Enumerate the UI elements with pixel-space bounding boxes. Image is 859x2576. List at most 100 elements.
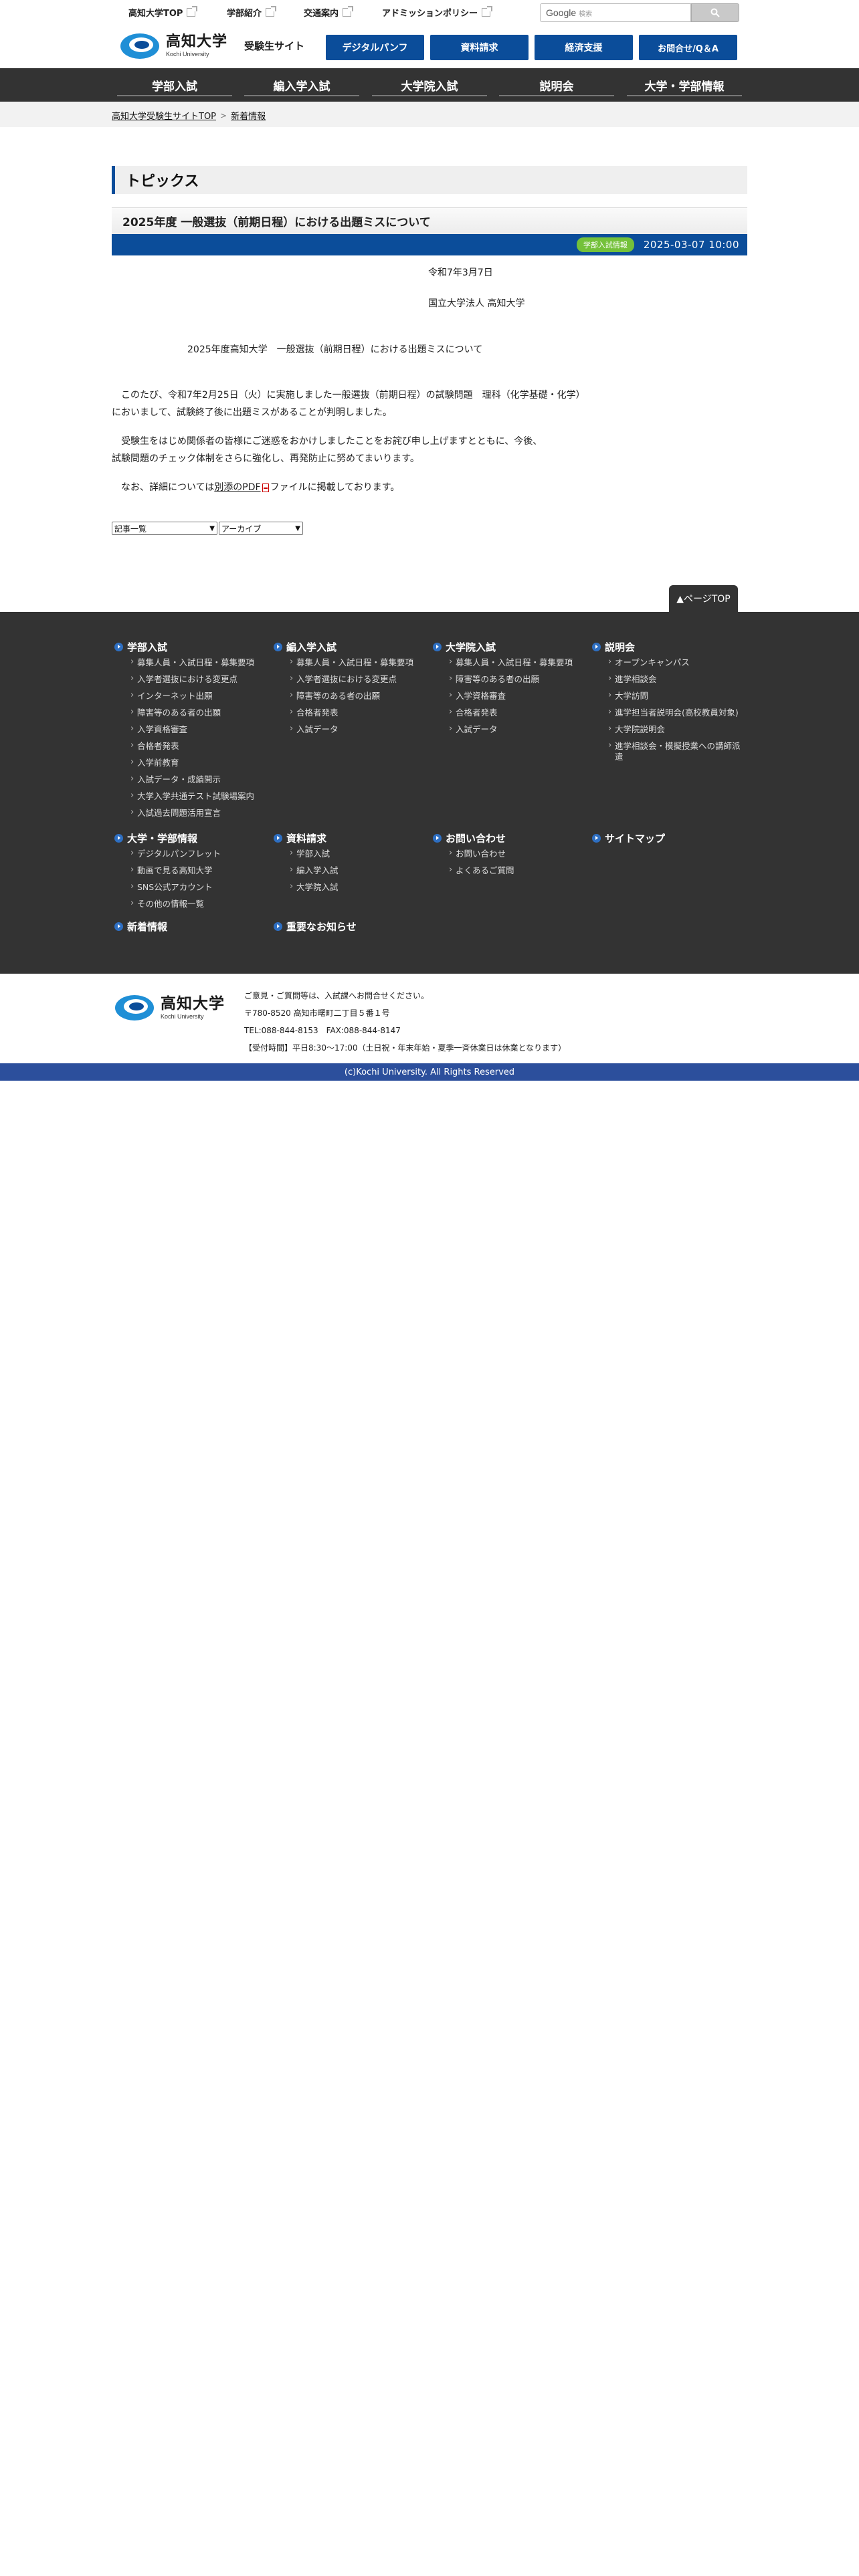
footer-link[interactable]: 入試データ xyxy=(449,724,573,735)
footer-link[interactable]: お問い合わせ xyxy=(449,848,514,859)
footer-link[interactable]: 入学資格審査 xyxy=(130,724,254,735)
gnav-university-info[interactable]: 大学・学部情報 xyxy=(627,68,742,102)
footer-head-info-sessions[interactable]: 説明会 xyxy=(592,640,635,654)
footer-link[interactable]: 募集人員・入試日程・募集要項 xyxy=(290,657,413,668)
footer-head-label: 学部入試 xyxy=(127,641,168,653)
breadcrumb-home-link[interactable]: 高知大学受験生サイトTOP xyxy=(112,109,216,122)
arrow-circle-icon xyxy=(433,643,442,651)
article-list-select[interactable]: 記事一覧 ▼ xyxy=(112,522,217,535)
footer-head-label: サイトマップ xyxy=(605,833,666,845)
footer-nav: 学部入試 募集人員・入試日程・募集要項 入学者選抜における変更点 インターネット… xyxy=(0,612,859,974)
util-link-access[interactable]: 交通案内 xyxy=(304,6,354,19)
footer-head-transfer[interactable]: 編入学入試 xyxy=(274,640,337,654)
search-icon xyxy=(710,8,720,17)
article-meta-bar: 学部入試情報 2025-03-07 10:00 xyxy=(112,234,747,255)
arrow-circle-icon xyxy=(274,834,282,843)
digital-pamphlet-button[interactable]: デジタルパンフ xyxy=(326,35,424,60)
logo-name-jp: 高知大学 xyxy=(166,33,228,50)
footer-head-request-materials[interactable]: 資料請求 xyxy=(274,831,326,845)
footer-list-graduate: 募集人員・入試日程・募集要項 障害等のある者の出願 入学資格審査 合格者発表 入… xyxy=(449,657,573,741)
footer-link[interactable]: デジタルパンフレット xyxy=(130,848,221,859)
footer-head-important-notices[interactable]: 重要なお知らせ xyxy=(274,920,357,934)
gnav-info-sessions[interactable]: 説明会 xyxy=(499,68,614,102)
footer-link[interactable]: 学部入試 xyxy=(290,848,339,859)
footer-link[interactable]: 入試データ・成績開示 xyxy=(130,774,254,785)
page-top-button[interactable]: ▲ページTOP xyxy=(669,585,738,612)
paragraph-line: 試験問題のチェック体制をさらに強化し、再発防止に努めてまいります。 xyxy=(112,453,419,464)
request-materials-button[interactable]: 資料請求 xyxy=(430,35,529,60)
footer-head-contact[interactable]: お問い合わせ xyxy=(433,831,506,845)
search-button[interactable] xyxy=(691,3,739,22)
footer-head-label: 説明会 xyxy=(605,641,636,653)
footer-link[interactable]: 入試データ xyxy=(290,724,413,735)
footer-link[interactable]: その他の情報一覧 xyxy=(130,898,221,909)
paragraph-1: このたび、令和7年2月25日（火）に実施しました一般選抜（前期日程）の試験問題 … xyxy=(112,387,747,421)
footer-link[interactable]: オープンキャンパス xyxy=(608,657,742,668)
footer-link[interactable]: 動画で見る高知大学 xyxy=(130,865,221,876)
footer-link[interactable]: 大学院説明会 xyxy=(608,724,742,735)
footer-list-undergrad: 募集人員・入試日程・募集要項 入学者選抜における変更点 インターネット出願 障害… xyxy=(130,657,254,825)
footer-link[interactable]: 進学相談会 xyxy=(608,673,742,685)
logo-name-en: Kochi University xyxy=(161,1012,204,1020)
archive-select[interactable]: アーカイブ ▼ xyxy=(219,522,303,535)
util-link-faculties[interactable]: 学部紹介 xyxy=(227,6,277,19)
footer-link[interactable]: 入学者選抜における変更点 xyxy=(290,673,413,685)
gnav-graduate-exam[interactable]: 大学院入試 xyxy=(372,68,487,102)
footer-link[interactable]: 合格者発表 xyxy=(130,740,254,752)
footer-link[interactable]: 進学相談会・模擬授業への講師派遣 xyxy=(608,740,742,762)
footer-link[interactable]: 編入学入試 xyxy=(290,865,339,876)
footer-head-graduate[interactable]: 大学院入試 xyxy=(433,640,496,654)
breadcrumb: 高知大学受験生サイトTOP > 新着情報 xyxy=(0,102,859,127)
breadcrumb-current-link[interactable]: 新着情報 xyxy=(231,109,266,122)
arrow-circle-icon xyxy=(592,643,601,651)
footer-head-label: お問い合わせ xyxy=(446,833,506,845)
paragraph-line: においまして、試験終了後に出題ミスがあることが判明しました。 xyxy=(112,407,392,418)
footer-link[interactable]: 進学担当者説明会(高校教員対象) xyxy=(608,707,742,718)
copyright-bar: (c)Kochi University. All Rights Reserved xyxy=(0,1063,859,1081)
article-title: 2025年度 一般選抜（前期日程）における出題ミスについて xyxy=(112,207,747,234)
footer-link[interactable]: 大学院入試 xyxy=(290,881,339,893)
footer-head-label: 重要なお知らせ xyxy=(286,921,357,933)
footer-link[interactable]: SNS公式アカウント xyxy=(130,881,221,893)
footer-link[interactable]: 合格者発表 xyxy=(449,707,573,718)
footer-link[interactable]: 大学訪問 xyxy=(608,690,742,702)
chevron-down-icon: ▼ xyxy=(295,524,300,532)
footer-head-university-info[interactable]: 大学・学部情報 xyxy=(114,831,197,845)
archive-selectors: 記事一覧 ▼ アーカイブ ▼ xyxy=(112,522,303,535)
footer-link[interactable]: よくあるご質問 xyxy=(449,865,514,876)
external-link-icon xyxy=(266,6,277,17)
footer-link[interactable]: 合格者発表 xyxy=(290,707,413,718)
footer-link[interactable]: 入試過去問題活用宣言 xyxy=(130,807,254,819)
category-badge: 学部入試情報 xyxy=(576,237,634,252)
util-link-admission-policy[interactable]: アドミッションポリシー xyxy=(382,6,493,19)
financial-support-button[interactable]: 経済支援 xyxy=(535,35,633,60)
chevron-down-icon: ▼ xyxy=(209,524,215,532)
footer-link[interactable]: 募集人員・入試日程・募集要項 xyxy=(130,657,254,668)
footer-link[interactable]: 障害等のある者の出願 xyxy=(449,673,573,685)
footer-head-undergrad[interactable]: 学部入試 xyxy=(114,640,167,654)
site-header: 高知大学 Kochi University 受験生サイト デジタルパンフ 資料請… xyxy=(0,25,859,68)
utility-bar: 高知大学TOP 学部紹介 交通案内 アドミッションポリシー Google 検索 xyxy=(0,0,859,25)
issuer: 国立大学法人 高知大学 xyxy=(428,298,525,309)
external-link-icon xyxy=(187,6,198,17)
footer-link[interactable]: 入学者選抜における変更点 xyxy=(130,673,254,685)
attached-pdf-link[interactable]: 別添のPDF xyxy=(214,482,260,493)
footer-head-news[interactable]: 新着情報 xyxy=(114,920,167,934)
contact-qa-button[interactable]: お問合せ/Q＆A xyxy=(639,35,737,60)
footer-info-line: ご意見・ご質問等は、入試課へお問合せください。 xyxy=(244,991,430,1000)
footer-head-sitemap[interactable]: サイトマップ xyxy=(592,831,665,845)
search-input[interactable]: Google 検索 xyxy=(540,3,691,22)
footer-link[interactable]: インターネット出願 xyxy=(130,690,254,702)
footer-link[interactable]: 大学入学共通テスト試験場案内 xyxy=(130,790,254,802)
footer-link[interactable]: 障害等のある者の出願 xyxy=(130,707,254,718)
footer-link[interactable]: 入学前教育 xyxy=(130,757,254,768)
footer-link[interactable]: 募集人員・入試日程・募集要項 xyxy=(449,657,573,668)
util-link-label: 高知大学TOP xyxy=(128,9,183,19)
footer-link[interactable]: 入学資格審査 xyxy=(449,690,573,702)
footer-link[interactable]: 障害等のある者の出願 xyxy=(290,690,413,702)
paragraph-text: なお、詳細については xyxy=(112,482,215,493)
gnav-transfer-exam[interactable]: 編入学入試 xyxy=(244,68,359,102)
gnav-undergrad-exam[interactable]: 学部入試 xyxy=(117,68,232,102)
util-link-top[interactable]: 高知大学TOP xyxy=(128,6,198,19)
site-logo[interactable]: 高知大学 Kochi University xyxy=(119,32,227,60)
